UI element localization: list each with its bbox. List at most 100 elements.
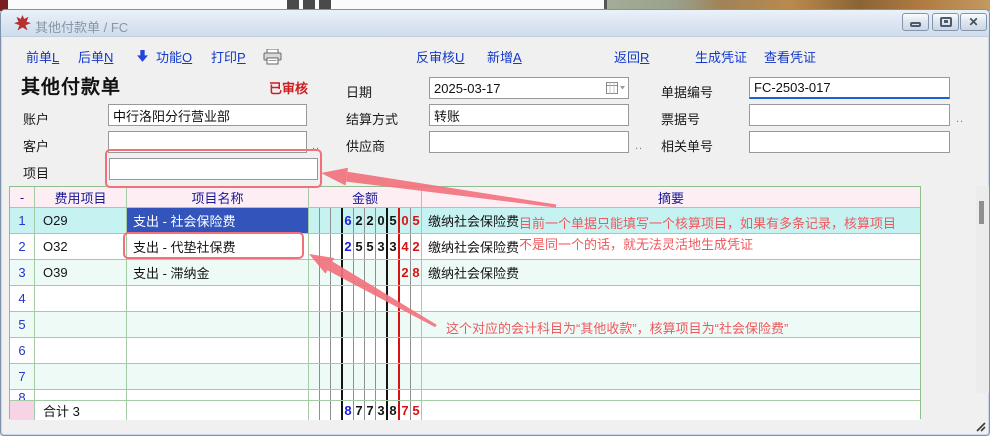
amount-cell[interactable] xyxy=(309,338,421,363)
project-name-cell[interactable] xyxy=(127,364,309,389)
amount-digit-cell xyxy=(400,312,411,337)
summary-cell[interactable]: 缴纳社会保险费 xyxy=(422,208,920,233)
unapprove-button[interactable]: 反审核U xyxy=(416,47,464,66)
row-number-cell[interactable]: 2 xyxy=(10,234,35,259)
project-name-cell[interactable]: 支出 - 社会保险费 xyxy=(127,208,309,233)
project-name-cell[interactable]: 支出 - 滞纳金 xyxy=(127,260,309,285)
amount-cell[interactable] xyxy=(309,364,421,389)
vertical-scrollbar[interactable] xyxy=(976,186,989,393)
amount-digit-cell xyxy=(331,390,343,400)
date-picker-button[interactable] xyxy=(605,79,627,97)
customer-more-button[interactable]: .. xyxy=(312,140,320,152)
project-field[interactable] xyxy=(109,158,318,180)
total-row: 合计 3 8773875 xyxy=(10,401,920,420)
table-row: 2O32支出 - 代垫社保费2553342缴纳社会保险费 xyxy=(10,234,920,260)
add-new-button[interactable]: 新增A xyxy=(487,47,522,66)
scrollbar-thumb[interactable] xyxy=(979,201,984,224)
project-name-cell[interactable]: 支出 - 代垫社保费 xyxy=(127,234,309,259)
project-name-cell[interactable] xyxy=(127,401,309,420)
customer-label: 客户 xyxy=(23,136,49,155)
prev-doc-button[interactable]: 前单L xyxy=(26,47,59,66)
row-number-cell[interactable]: 8 xyxy=(10,390,35,400)
doc-no-field[interactable] xyxy=(749,77,950,99)
other-payment-voucher-window: 其他付款单 / FC ✕ 前单L 后单N 功能O 打印P 反审核U 新增A 返回R 生成凭证查… xyxy=(0,9,990,436)
date-field[interactable] xyxy=(429,77,629,99)
minimize-button[interactable] xyxy=(902,13,929,31)
settle-method-field[interactable] xyxy=(429,104,629,126)
expense-code-cell[interactable] xyxy=(35,364,127,389)
project-name-cell[interactable] xyxy=(127,312,309,337)
supplier-more-button[interactable]: .. xyxy=(635,140,643,152)
generate-voucher-button[interactable]: 生成凭证 xyxy=(695,47,747,66)
summary-cell[interactable] xyxy=(422,312,920,337)
amount-digit-cell xyxy=(400,286,411,311)
row-number-cell[interactable] xyxy=(10,401,35,420)
amount-digit-cell xyxy=(376,286,388,311)
next-doc-button[interactable]: 后单N xyxy=(78,47,113,66)
amount-digit-cell xyxy=(309,312,320,337)
view-voucher-button[interactable]: 查看凭证 xyxy=(764,47,816,66)
row-number-cell[interactable]: 7 xyxy=(10,364,35,389)
supplier-field[interactable] xyxy=(429,131,629,153)
amount-digit-cell xyxy=(411,338,421,363)
expense-code-cell[interactable]: O32 xyxy=(35,234,127,259)
summary-cell[interactable]: 缴纳社会保险费 xyxy=(422,260,920,285)
total-label-cell[interactable]: 合计 3 xyxy=(35,401,127,420)
print-button[interactable]: 打印P xyxy=(211,47,246,66)
return-button[interactable]: 返回R xyxy=(614,47,649,66)
amount-cell[interactable] xyxy=(309,286,421,311)
table-row: 5 xyxy=(10,312,920,338)
project-name-cell[interactable] xyxy=(127,390,309,400)
summary-cell[interactable] xyxy=(422,286,920,311)
row-number-cell[interactable]: 3 xyxy=(10,260,35,285)
amount-digit-cell xyxy=(320,286,331,311)
summary-cell[interactable] xyxy=(422,390,920,400)
close-button[interactable]: ✕ xyxy=(960,13,987,31)
amount-digit-cell xyxy=(388,312,400,337)
expense-code-cell[interactable]: O39 xyxy=(35,260,127,285)
functions-button[interactable]: 功能O xyxy=(156,47,192,66)
expense-code-cell[interactable] xyxy=(35,390,127,400)
amount-digit-cell xyxy=(411,364,421,389)
project-name-cell[interactable] xyxy=(127,286,309,311)
customer-field[interactable] xyxy=(108,131,307,153)
hotkey-letter: L xyxy=(52,50,59,65)
amount-digit-cell xyxy=(388,286,400,311)
summary-cell[interactable] xyxy=(422,401,920,420)
expense-code-cell[interactable] xyxy=(35,286,127,311)
titlebar: 其他付款单 / FC ✕ xyxy=(1,10,989,37)
amount-digit-cell xyxy=(365,390,376,400)
summary-cell[interactable]: 缴纳社会保险费 xyxy=(422,234,920,259)
arrow-down-icon[interactable] xyxy=(136,50,149,63)
bill-no-more-button[interactable]: .. xyxy=(956,113,964,125)
row-number-cell[interactable]: 1 xyxy=(10,208,35,233)
account-field[interactable] xyxy=(108,104,307,126)
amount-cell[interactable]: 28 xyxy=(309,260,421,285)
expense-code-cell[interactable] xyxy=(35,312,127,337)
resize-grip[interactable] xyxy=(973,419,986,432)
expense-code-cell[interactable]: O29 xyxy=(35,208,127,233)
summary-cell[interactable] xyxy=(422,338,920,363)
amount-digit-cell xyxy=(400,338,411,363)
amount-digit-cell xyxy=(354,364,365,389)
row-number-cell[interactable]: 5 xyxy=(10,312,35,337)
summary-cell[interactable] xyxy=(422,364,920,389)
amount-cell[interactable]: 6220505 xyxy=(309,208,421,233)
bill-no-field[interactable] xyxy=(749,104,950,126)
amount-cell[interactable]: 2553342 xyxy=(309,234,421,259)
row-number-cell[interactable]: 6 xyxy=(10,338,35,363)
restore-button[interactable] xyxy=(932,13,959,31)
related-no-field[interactable] xyxy=(749,131,950,153)
project-name-cell[interactable] xyxy=(127,338,309,363)
expense-code-cell[interactable] xyxy=(35,338,127,363)
amount-digit-cell xyxy=(400,364,411,389)
amount-digit-cell xyxy=(376,338,388,363)
row-number-cell[interactable]: 4 xyxy=(10,286,35,311)
amount-cell[interactable]: 8773875 xyxy=(309,401,421,420)
amount-digit-cell xyxy=(365,286,376,311)
amount-cell[interactable] xyxy=(309,312,421,337)
amount-digit-cell xyxy=(388,390,400,400)
close-icon: ✕ xyxy=(968,16,978,28)
printer-icon[interactable] xyxy=(263,49,282,65)
amount-cell[interactable] xyxy=(309,390,421,400)
